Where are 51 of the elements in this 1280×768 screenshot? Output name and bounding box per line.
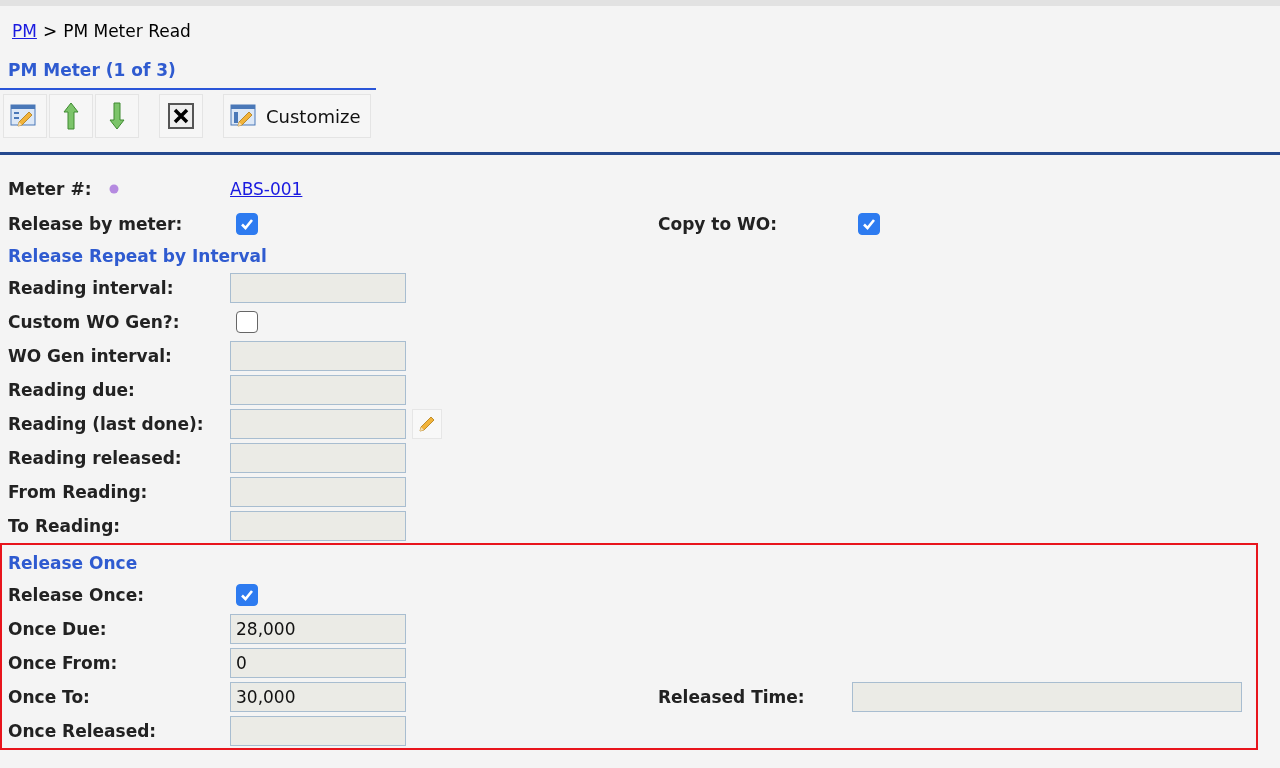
text-field[interactable]: 30,000 (230, 682, 406, 712)
move-up-button[interactable] (49, 94, 93, 138)
text-field[interactable] (230, 409, 406, 439)
text-field[interactable] (230, 443, 406, 473)
text-field[interactable] (230, 511, 406, 541)
field-label: Custom WO Gen?: (8, 312, 180, 332)
arrow-down-icon (109, 102, 125, 130)
breadcrumb-link[interactable]: PM (12, 21, 37, 41)
text-field[interactable]: 0 (230, 648, 406, 678)
dot-icon (109, 184, 120, 194)
field-label: Once To: (8, 687, 90, 707)
delete-button[interactable] (159, 94, 203, 138)
checkbox[interactable] (858, 213, 880, 235)
section-heading: Release Repeat by Interval (8, 245, 268, 268)
field-label: Release Once: (8, 585, 144, 605)
checkbox[interactable] (236, 311, 258, 333)
field-label: Copy to WO: (658, 214, 778, 234)
field-label: Once From: (8, 653, 118, 673)
move-down-button[interactable] (95, 94, 139, 138)
page-title: PM Meter (1 of 3) (0, 60, 376, 90)
field-label: Reading released: (8, 448, 182, 468)
section-heading: Release Once (8, 552, 139, 575)
text-field[interactable] (230, 477, 406, 507)
checkbox[interactable] (236, 213, 258, 235)
text-field[interactable] (230, 375, 406, 405)
field-label: Meter #: (8, 179, 92, 199)
field-label: Reading due: (8, 380, 135, 400)
customize-button[interactable]: Customize (223, 94, 372, 138)
field-label: Reading interval: (8, 278, 174, 298)
checkbox[interactable] (236, 584, 258, 606)
edit-form-button[interactable] (3, 94, 47, 138)
text-field[interactable]: 28,000 (230, 614, 406, 644)
pencil-icon (419, 416, 435, 432)
edit-button[interactable] (412, 409, 442, 439)
field-label: From Reading: (8, 482, 148, 502)
text-field[interactable] (230, 273, 406, 303)
breadcrumb-current: PM Meter Read (63, 21, 191, 41)
field-label: Reading (last done): (8, 414, 204, 434)
field-label: To Reading: (8, 516, 121, 536)
breadcrumb-separator: > (42, 21, 58, 41)
arrow-up-icon (63, 102, 79, 130)
text-field[interactable] (230, 716, 406, 746)
field-label: Release by meter: (8, 214, 183, 234)
field-label: Once Due: (8, 619, 107, 639)
meter-link[interactable]: ABS-001 (230, 179, 303, 199)
field-label: Once Released: (8, 721, 157, 741)
field-label: WO Gen interval: (8, 346, 172, 366)
field-label: Released Time: (658, 687, 805, 707)
close-icon (168, 103, 194, 129)
text-field[interactable] (230, 341, 406, 371)
text-field[interactable] (852, 682, 1242, 712)
